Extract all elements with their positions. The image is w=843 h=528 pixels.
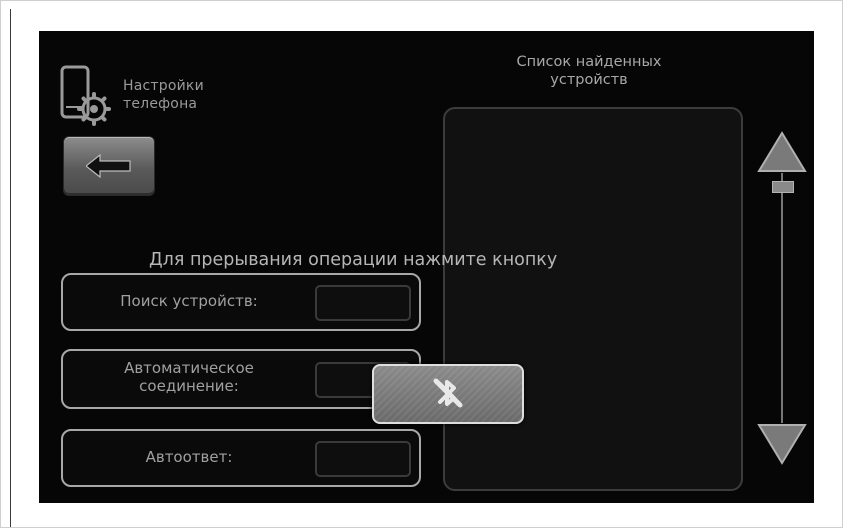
device-list-title-line2: устройств (550, 72, 628, 88)
auto-answer-toggle[interactable] (315, 441, 411, 477)
phone-settings-icon (58, 65, 116, 129)
arrow-left-icon (86, 154, 131, 178)
cancel-bluetooth-icon (433, 378, 463, 408)
device-search-row[interactable]: Поиск устройств: (61, 273, 421, 331)
auto-answer-row[interactable]: Автоответ: (61, 429, 421, 487)
auto-connect-row[interactable]: Автоматическое соединение: (61, 349, 421, 409)
device-list-title-line1: Список найденных (516, 54, 662, 70)
scroll-track[interactable] (781, 173, 783, 423)
auto-answer-label: Автоответ: (145, 448, 233, 466)
back-button[interactable] (63, 136, 155, 196)
auto-connect-label-line2: соединение: (139, 377, 239, 395)
scroll-thumb[interactable] (772, 181, 794, 193)
cancel-search-button[interactable] (372, 364, 524, 424)
phone-settings-title: Настройки телефона (123, 77, 283, 113)
auto-connect-label: Автоматическое соединение: (69, 359, 309, 395)
device-search-toggle[interactable] (315, 285, 411, 321)
scroll-up-button[interactable] (757, 131, 807, 173)
head-unit-screen: Настройки телефона Список найденных устр… (39, 31, 814, 503)
scroll-down-button[interactable] (757, 423, 807, 465)
device-list-title: Список найденных устройств (439, 53, 739, 89)
page-margin-line (10, 9, 11, 527)
device-search-label: Поиск устройств: (120, 292, 258, 310)
phone-settings-title-line2: телефона (123, 96, 198, 112)
manual-page: Настройки телефона Список найденных устр… (0, 0, 843, 528)
auto-connect-label-line1: Автоматическое (124, 359, 254, 377)
interrupt-message: Для прерывания операции нажмите кнопку (149, 250, 558, 270)
device-list[interactable] (443, 107, 743, 491)
phone-settings-title-line1: Настройки (123, 78, 204, 94)
